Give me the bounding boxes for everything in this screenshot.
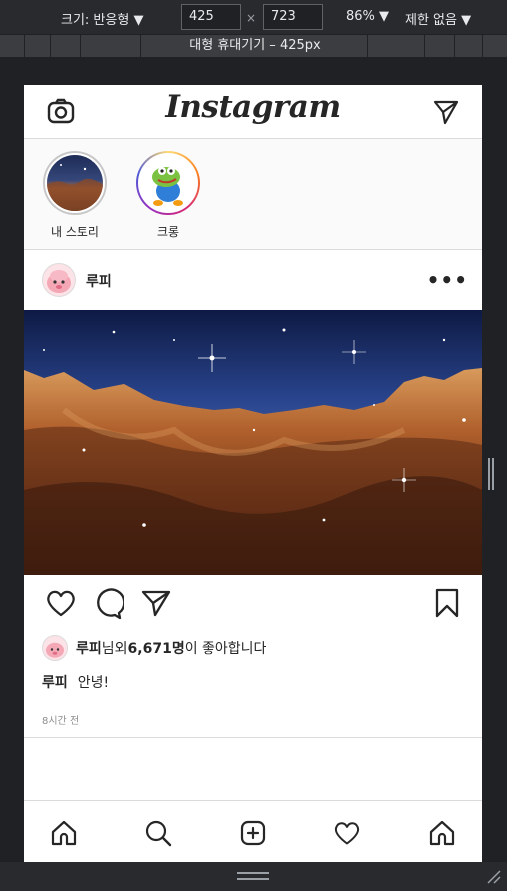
story-item[interactable]: 내 스토리 <box>35 151 115 240</box>
comment-icon[interactable] <box>92 588 126 624</box>
liked-by-user[interactable]: 루피 <box>76 638 102 658</box>
device-viewport: Instagram 내 스토리 크롱 루피 ••• 루피 님외 6,671명 이… <box>24 85 482 862</box>
app-header: Instagram <box>24 85 482 139</box>
likes-count[interactable]: 6,671명 <box>128 638 185 658</box>
story-avatar <box>138 153 198 213</box>
bookmark-icon[interactable] <box>434 588 460 622</box>
height-input[interactable]: 723 <box>263 4 323 30</box>
resize-handle-right[interactable] <box>488 458 494 490</box>
devtools-toolbar: 크기: 반응형 ▼ 425 × 723 86% ▼ 제한 없음 ▼ <box>0 0 507 34</box>
liked-suffix: 님외 <box>101 641 128 657</box>
avatar[interactable] <box>42 635 68 661</box>
ruler-segment[interactable] <box>367 35 368 57</box>
post-caption: 루피 안녕! <box>42 672 109 692</box>
direct-message-icon[interactable] <box>432 98 460 130</box>
story-ring <box>43 151 107 215</box>
width-input[interactable]: 425 <box>181 4 241 30</box>
divider <box>24 737 482 738</box>
post-actions <box>24 575 482 631</box>
bottom-tab-bar <box>24 800 482 862</box>
story-avatar <box>45 153 105 213</box>
post-username[interactable]: 루피 <box>86 271 112 291</box>
devtools-bottom-bar <box>0 862 507 891</box>
home-icon[interactable] <box>50 819 78 851</box>
story-ring <box>136 151 200 215</box>
device-size-label[interactable]: 대형 휴대기기 – 425px <box>150 35 360 57</box>
story-name: 내 스토리 <box>51 225 99 239</box>
add-icon[interactable] <box>239 819 267 851</box>
share-icon[interactable] <box>140 588 172 622</box>
ruler-segment[interactable] <box>80 35 81 57</box>
post-timestamp: 8시간 전 <box>42 716 80 727</box>
ruler-segment[interactable] <box>140 35 141 57</box>
more-icon[interactable]: ••• <box>427 268 468 292</box>
story-item[interactable]: 크롱 <box>128 151 208 240</box>
resize-handle-bottom[interactable] <box>237 872 269 880</box>
story-name: 크롱 <box>156 225 180 239</box>
heart-icon[interactable] <box>45 588 77 622</box>
instagram-logo[interactable]: Instagram <box>24 89 482 125</box>
ruler-segment[interactable] <box>24 35 25 57</box>
size-dropdown[interactable]: 크기: 반응형 ▼ <box>61 9 143 28</box>
throttle-dropdown[interactable]: 제한 없음 ▼ <box>405 9 471 28</box>
profile-icon[interactable] <box>428 819 456 851</box>
ruler-segment[interactable] <box>454 35 455 57</box>
resize-corner-icon[interactable] <box>485 868 501 888</box>
post-header: 루피 ••• <box>24 250 482 310</box>
activity-icon[interactable] <box>333 819 361 851</box>
times-icon: × <box>246 11 257 25</box>
likes-tail: 이 좋아합니다 <box>184 641 267 657</box>
zoom-dropdown[interactable]: 86% ▼ <box>346 9 389 24</box>
device-ruler: 대형 휴대기기 – 425px <box>0 35 507 57</box>
likes-summary: 루피 님외 6,671명 이 좋아합니다 <box>42 634 266 662</box>
caption-text: 안녕! <box>77 675 110 691</box>
post-image[interactable] <box>24 310 482 575</box>
ruler-segment[interactable] <box>50 35 51 57</box>
avatar[interactable] <box>42 263 76 297</box>
ruler-segment[interactable] <box>424 35 425 57</box>
stories-bar: 내 스토리 크롱 <box>24 139 482 250</box>
caption-username[interactable]: 루피 <box>42 675 68 691</box>
search-icon[interactable] <box>144 819 172 851</box>
ruler-segment[interactable] <box>482 35 483 57</box>
